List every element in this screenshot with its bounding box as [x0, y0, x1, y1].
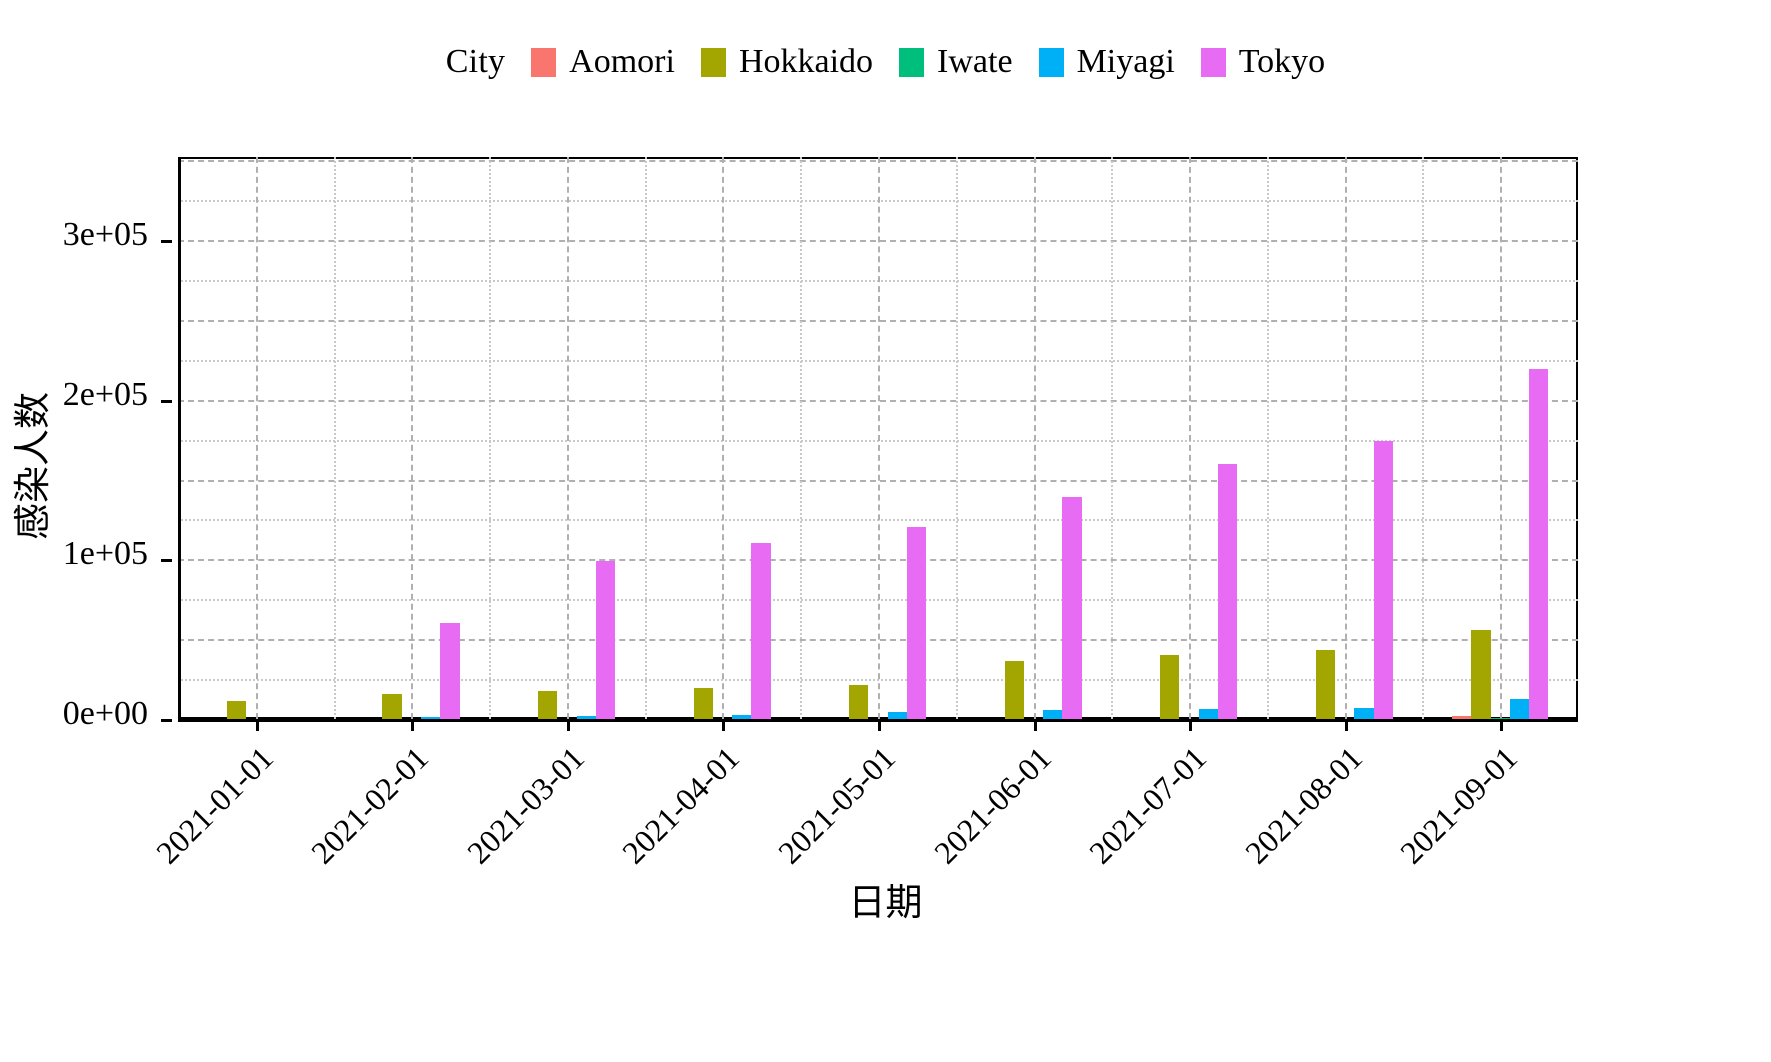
x-tick-mark: [1033, 719, 1037, 731]
legend-item-iwate[interactable]: Iwate: [899, 45, 1013, 79]
legend-label-aomori: Aomori: [569, 43, 675, 80]
y-tick-label: 0e+00: [62, 695, 148, 732]
legend-label-hokkaido: Hokkaido: [738, 43, 874, 80]
y-axis-line: [178, 157, 181, 719]
x-tick-mark: [722, 719, 726, 731]
legend-label-iwate: Iwate: [937, 43, 1013, 80]
bar-hokkaido-2021-08-01[interactable]: [1315, 649, 1335, 719]
legend-title: City: [445, 43, 506, 80]
chart-root: City Aomori Hokkaido Iwate Miyagi Tokyo 感染人数…: [0, 0, 1771, 1062]
y-axis-ticks: 0e+00 1e+05 2e+05 3e+05: [0, 157, 172, 731]
bar-tokyo-2021-06-01[interactable]: [1062, 497, 1082, 719]
legend-key-miyagi: [1038, 47, 1064, 77]
legend-item-hokkaido[interactable]: Hokkaido: [700, 43, 874, 80]
bar-tokyo-2021-09-01[interactable]: [1529, 369, 1549, 719]
y-tick-mark: [161, 719, 172, 722]
legend-items: Aomori Hokkaido Iwate Miyagi Tokyo: [531, 45, 1325, 79]
bar-hokkaido-2021-05-01[interactable]: [849, 684, 869, 719]
bar-hokkaido-2021-07-01[interactable]: [1160, 655, 1180, 719]
bar-miyagi-2021-07-01[interactable]: [1198, 709, 1219, 719]
legend-key-hokkaido: [700, 47, 726, 77]
legend-key-aomori: [531, 47, 557, 77]
y-tick-label: 2e+05: [62, 375, 148, 413]
x-tick-mark: [566, 719, 570, 731]
y-tick-mark: [161, 240, 172, 244]
legend-item-miyagi[interactable]: Miyagi: [1038, 43, 1175, 80]
y-tick-mark: [161, 559, 172, 563]
y-tick-label: 3e+05: [62, 216, 148, 254]
x-tick-mark: [1189, 719, 1193, 731]
plot-panel: [178, 157, 1578, 721]
legend-label-tokyo: Tokyo: [1238, 43, 1326, 80]
bar-miyagi-2021-08-01[interactable]: [1354, 708, 1374, 719]
legend-key-tokyo: [1200, 47, 1226, 77]
bar-hokkaido-2021-09-01[interactable]: [1471, 629, 1491, 719]
bar-miyagi-2021-09-01[interactable]: [1509, 699, 1530, 719]
x-tick-mark: [411, 719, 415, 731]
x-tick-mark: [1500, 719, 1504, 731]
bar-tokyo-2021-04-01[interactable]: [751, 543, 771, 719]
legend-key-iwate: [899, 47, 925, 77]
bar-hokkaido-2021-03-01[interactable]: [537, 691, 558, 719]
y-tick-label: 1e+05: [62, 535, 148, 573]
bar-tokyo-2021-05-01[interactable]: [906, 527, 927, 719]
legend-label-miyagi: Miyagi: [1076, 43, 1175, 80]
bar-tokyo-2021-08-01[interactable]: [1373, 441, 1393, 719]
bar-miyagi-2021-05-01[interactable]: [887, 711, 907, 719]
bar-hokkaido-2021-02-01[interactable]: [382, 694, 402, 719]
y-tick-mark: [161, 399, 172, 403]
bar-hokkaido-2021-04-01[interactable]: [693, 687, 713, 719]
bar-miyagi-2021-06-01[interactable]: [1043, 710, 1063, 719]
bar-tokyo-2021-03-01[interactable]: [595, 560, 616, 719]
bar-hokkaido-2021-06-01[interactable]: [1004, 660, 1024, 719]
x-tick-mark: [878, 719, 881, 731]
bar-tokyo-2021-07-01[interactable]: [1218, 463, 1238, 719]
legend-item-tokyo[interactable]: Tokyo: [1200, 43, 1326, 80]
bar-layer: [178, 157, 1578, 719]
x-tick-mark: [255, 719, 259, 731]
x-tick-mark: [1344, 719, 1348, 731]
legend-item-aomori[interactable]: Aomori: [531, 45, 675, 79]
bar-tokyo-2021-02-01[interactable]: [440, 623, 460, 719]
chart-legend: City Aomori Hokkaido Iwate Miyagi Tokyo: [0, 34, 1771, 90]
x-axis-title: 日期: [848, 881, 923, 924]
bar-hokkaido-2021-01-01[interactable]: [226, 701, 247, 719]
